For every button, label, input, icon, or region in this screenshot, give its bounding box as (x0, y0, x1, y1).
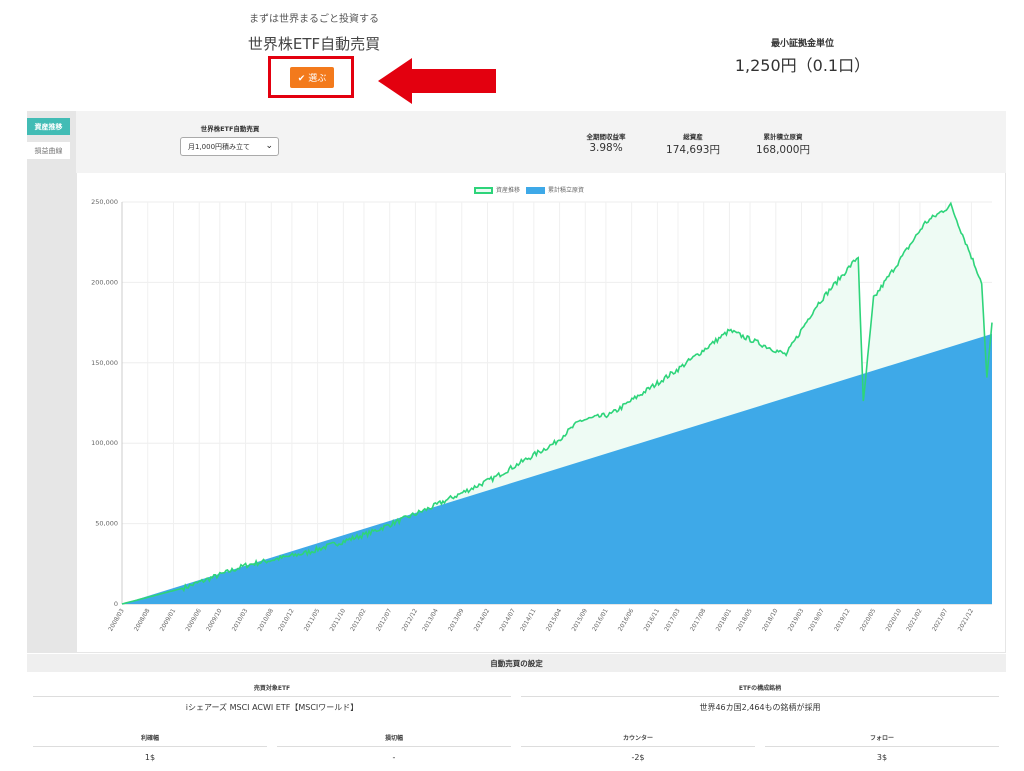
x-tick-label: 2008/03 (107, 607, 126, 632)
dropdown-label: 世界株ETF自動売買 (200, 125, 260, 133)
y-tick-label: 100,000 (91, 439, 118, 447)
x-tick-label: 2018/05 (735, 607, 754, 632)
divider (521, 696, 999, 697)
product-subtitle: まずは世界まるごと投資する (249, 14, 379, 25)
x-tick-label: 2010/03 (231, 607, 250, 632)
x-tick-label: 2018/01 (715, 607, 734, 632)
divider (277, 746, 511, 747)
take-profit-value: 1$ (144, 753, 156, 762)
stat-return-value: 3.98% (589, 142, 623, 154)
stop-loss-label: 損切幅 (384, 735, 403, 742)
product-title: 世界株ETF自動売買 (247, 35, 381, 53)
stat-total-value: 174,693円 (666, 144, 720, 156)
asset-chart: 0 50,000 100,000 150,000 200,000 250,000 2008… (91, 198, 993, 633)
min-unit-value: 1,250円（0.1口） (734, 56, 871, 75)
x-tick-label: 2015/09 (571, 607, 590, 632)
x-tick-label: 2010/08 (256, 607, 275, 632)
x-tick-label: 2021/12 (957, 607, 976, 632)
sidebar (27, 111, 76, 653)
x-tick-label: 2012/07 (375, 607, 394, 632)
y-tick-label: 250,000 (91, 198, 118, 206)
x-tick-label: 2021/07 (931, 607, 950, 632)
stat-return-label: 全期間収益率 (586, 133, 626, 141)
composition-value: 世界46カ国2,464もの銘柄が採用 (699, 703, 821, 712)
x-tick-label: 2009/10 (205, 607, 224, 632)
stat-principal-label: 累計積立原資 (763, 133, 803, 141)
x-tick-label: 2015/04 (545, 607, 564, 632)
y-tick-label: 150,000 (91, 359, 118, 367)
x-tick-label: 2008/08 (133, 607, 152, 632)
settings-title: 自動売買の設定 (27, 654, 1006, 672)
x-tick-label: 2010/12 (277, 607, 296, 632)
x-tick-label: 2014/11 (519, 607, 538, 632)
stat-total-label: 総資産 (683, 133, 703, 141)
target-etf-value: iシェアーズ MSCI ACWI ETF【MSCIワールド】 (185, 703, 359, 712)
x-tick-label: 2014/02 (473, 607, 492, 632)
x-tick-label: 2020/05 (859, 607, 878, 632)
x-tick-label: 2009/01 (159, 607, 178, 632)
x-tick-label: 2017/08 (689, 607, 708, 632)
tab-profit-curve[interactable]: 損益曲線 (27, 142, 70, 159)
x-tick-label: 2012/02 (349, 607, 368, 632)
x-tick-label: 2019/12 (833, 607, 852, 632)
divider (33, 746, 267, 747)
y-tick-label: 50,000 (95, 520, 118, 528)
x-tick-label: 2016/11 (643, 607, 662, 632)
min-unit-label: 最小証拠金単位 (770, 39, 834, 49)
target-etf-label: 売買対象ETF (253, 685, 291, 692)
x-tick-label: 2019/03 (787, 607, 806, 632)
x-tick-label: 2018/10 (761, 607, 780, 632)
x-tick-label: 2016/01 (591, 607, 610, 632)
follow-label: フォロー (869, 735, 894, 742)
tab-asset-history[interactable]: 資産推移 (27, 118, 70, 135)
y-tick-label: 200,000 (91, 278, 118, 286)
y-tick-label: 0 (114, 600, 118, 608)
counter-value: -2$ (631, 753, 645, 762)
highlight-box (268, 56, 354, 98)
x-tick-label: 2021/02 (905, 607, 924, 632)
chevron-down-icon: ⌄ (265, 141, 273, 151)
x-tick-label: 2011/05 (303, 607, 322, 632)
x-tick-label: 2020/10 (885, 607, 904, 632)
divider (521, 746, 755, 747)
x-tick-label: 2013/04 (421, 607, 440, 632)
stat-principal-value: 168,000円 (756, 144, 810, 156)
x-tick-label: 2011/10 (329, 607, 348, 632)
x-tick-label: 2012/12 (401, 607, 420, 632)
follow-value: 3$ (876, 753, 888, 762)
plan-select[interactable]: 月1,000円積み立て ⌄ (180, 137, 279, 156)
x-tick-label: 2014/07 (498, 607, 517, 632)
red-arrow-icon (378, 58, 496, 104)
x-tick-label: 2017/03 (663, 607, 682, 632)
x-tick-label: 2019/07 (807, 607, 826, 632)
divider (33, 696, 511, 697)
counter-label: カウンター (622, 735, 653, 742)
composition-label: ETFの構成銘柄 (738, 685, 782, 692)
divider (765, 746, 999, 747)
plan-select-value: 月1,000円積み立て (188, 142, 251, 151)
x-tick-label: 2009/06 (184, 607, 203, 632)
x-tick-label: 2016/06 (617, 607, 636, 632)
take-profit-label: 利確幅 (140, 735, 159, 742)
x-tick-label: 2013/09 (447, 607, 466, 632)
stop-loss-value: - (392, 753, 396, 762)
